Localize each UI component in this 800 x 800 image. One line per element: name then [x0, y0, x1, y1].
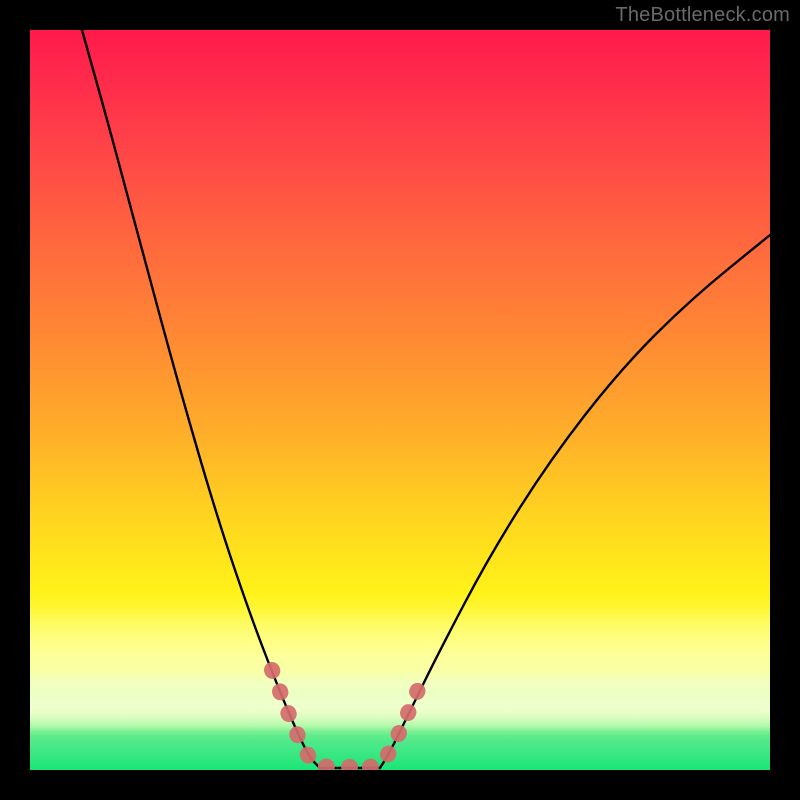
highlight-right-highlight	[370, 685, 420, 767]
chart-frame: TheBottleneck.com	[0, 0, 800, 800]
watermark-text: TheBottleneck.com	[615, 4, 790, 27]
series-right-curve	[380, 235, 770, 768]
highlight-left-highlight	[272, 670, 350, 767]
plot-area	[30, 30, 770, 770]
series-left-curve	[82, 30, 320, 768]
curve-layer	[30, 30, 770, 770]
